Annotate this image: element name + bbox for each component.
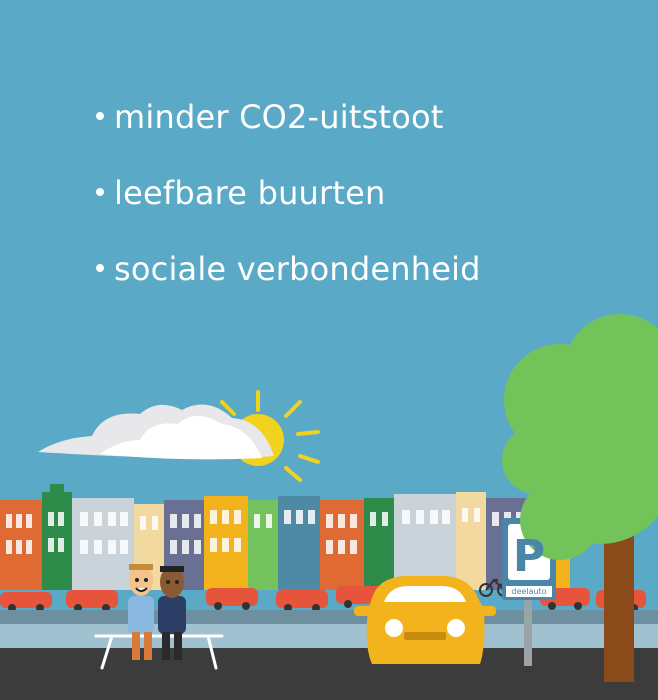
benefit-item: sociale verbondenheid bbox=[96, 250, 481, 288]
illustration-scene: P deelauto minder CO2-uitstoot leefbare … bbox=[0, 0, 658, 700]
parking-sign-label: deelauto bbox=[506, 586, 552, 597]
benefit-item: minder CO2-uitstoot bbox=[96, 98, 481, 136]
bullet-icon bbox=[96, 112, 104, 120]
benefit-item: leefbare buurten bbox=[96, 174, 481, 212]
bullet-icon bbox=[96, 188, 104, 196]
benefit-text: sociale verbondenheid bbox=[114, 250, 481, 288]
bullet-icon bbox=[96, 264, 104, 272]
parking-sign-letter: P bbox=[513, 531, 545, 582]
benefit-text: leefbare buurten bbox=[114, 174, 386, 212]
benefit-text: minder CO2-uitstoot bbox=[114, 98, 444, 136]
cloud-icon bbox=[38, 404, 274, 460]
road bbox=[0, 648, 658, 700]
benefit-list: minder CO2-uitstoot leefbare buurten soc… bbox=[96, 98, 481, 326]
buildings bbox=[0, 484, 570, 590]
